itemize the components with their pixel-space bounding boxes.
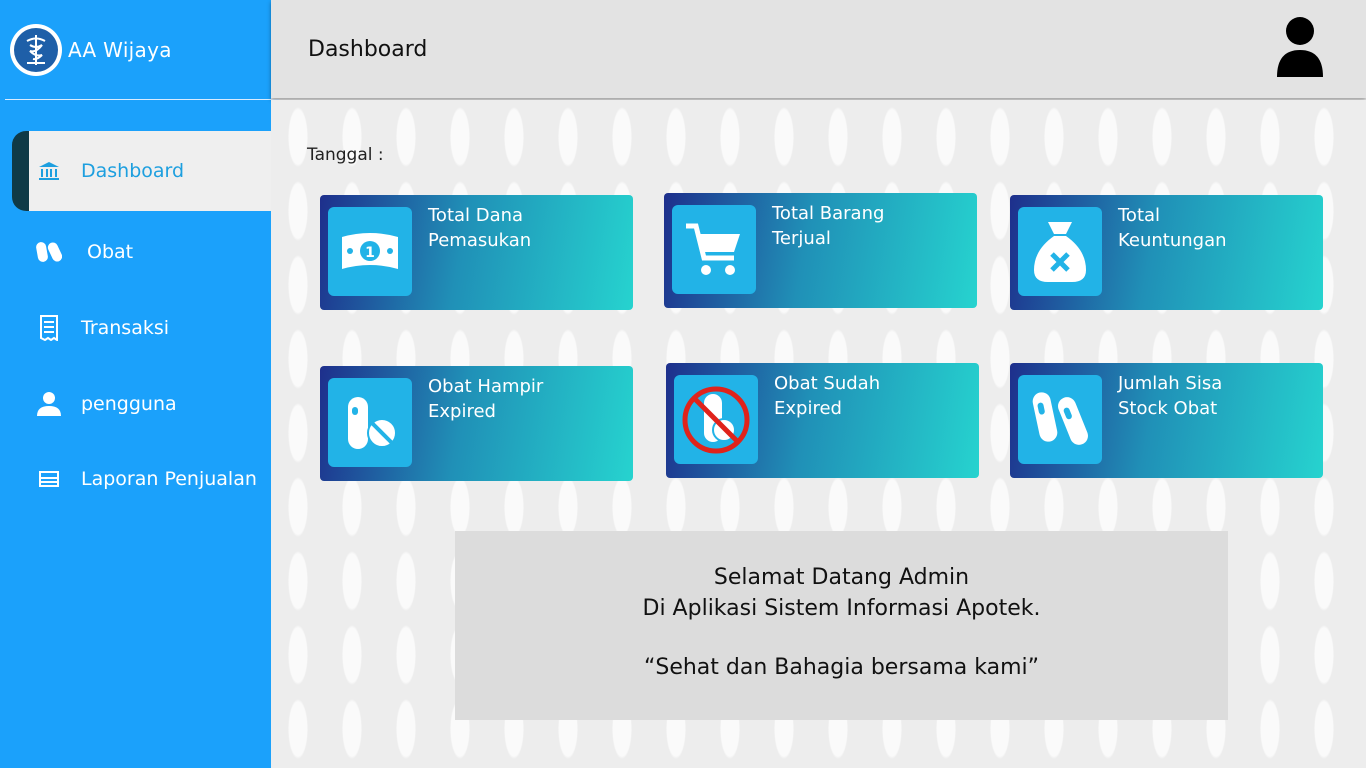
welcome-line: Di Aplikasi Sistem Informasi Apotek. — [642, 596, 1041, 621]
card-obat-hampir-expired[interactable]: Obat Hampir Expired — [320, 366, 633, 481]
card-obat-sudah-expired[interactable]: Obat Sudah Expired — [666, 363, 979, 478]
svg-text:1: 1 — [365, 245, 375, 261]
pills-icon — [34, 237, 64, 267]
pill-forbidden-icon — [674, 375, 758, 464]
sidebar-item-label: Obat — [87, 241, 134, 263]
card-label: Total Barang Terjual — [772, 203, 885, 249]
user-icon — [34, 389, 64, 419]
money-bag-icon — [1018, 207, 1102, 296]
capsules-icon — [1018, 375, 1102, 464]
card-jumlah-sisa-stock-obat[interactable]: Jumlah Sisa Stock Obat — [1010, 363, 1323, 478]
card-total-dana-pemasukan[interactable]: 1 Total Dana Pemasukan — [320, 195, 633, 310]
main-content: Tanggal : 1 Total Dana Pemasukan Total B… — [271, 100, 1366, 768]
cart-icon — [672, 205, 756, 294]
divider — [5, 99, 279, 100]
card-total-barang-terjual[interactable]: Total Barang Terjual — [664, 193, 977, 308]
user-avatar-icon[interactable] — [1275, 16, 1325, 78]
welcome-tagline: “Sehat dan Bahagia bersama kami” — [643, 655, 1040, 680]
sidebar: AA Wijaya Dashboard Obat Transaksi pengg… — [0, 0, 279, 768]
card-label: Total Keuntungan — [1118, 205, 1227, 251]
card-label: Obat Sudah Expired — [774, 373, 881, 419]
sidebar-item-dashboard[interactable]: Dashboard — [12, 131, 271, 211]
pharmacy-caduceus-icon — [10, 24, 62, 76]
top-header: Dashboard — [271, 0, 1366, 98]
card-label: Total Dana Pemasukan — [428, 205, 532, 251]
report-icon — [34, 464, 64, 494]
bank-icon — [34, 156, 64, 186]
sidebar-item-obat[interactable]: Obat — [0, 226, 271, 278]
sidebar-item-laporan-penjualan[interactable]: Laporan Penjualan — [0, 453, 271, 505]
receipt-icon — [34, 313, 64, 343]
sidebar-item-transaksi[interactable]: Transaksi — [0, 302, 271, 354]
welcome-line: Selamat Datang Admin — [713, 565, 970, 590]
card-total-keuntungan[interactable]: Total Keuntungan — [1010, 195, 1323, 310]
money-icon: 1 — [328, 207, 412, 296]
date-label: Tanggal : — [307, 145, 384, 165]
brand-name: AA Wijaya — [68, 38, 172, 62]
brand[interactable]: AA Wijaya — [10, 24, 172, 76]
card-label: Jumlah Sisa Stock Obat — [1118, 373, 1223, 419]
sidebar-item-label: pengguna — [81, 393, 177, 415]
sidebar-item-label: Laporan Penjualan — [81, 468, 257, 490]
welcome-panel: Selamat Datang Admin Di Aplikasi Sistem … — [455, 531, 1228, 720]
page-title: Dashboard — [308, 37, 428, 62]
pill-warning-icon — [328, 378, 412, 467]
sidebar-item-pengguna[interactable]: pengguna — [0, 378, 271, 430]
sidebar-item-label: Transaksi — [81, 317, 170, 339]
card-label: Obat Hampir Expired — [428, 376, 544, 422]
sidebar-item-label: Dashboard — [81, 160, 185, 182]
